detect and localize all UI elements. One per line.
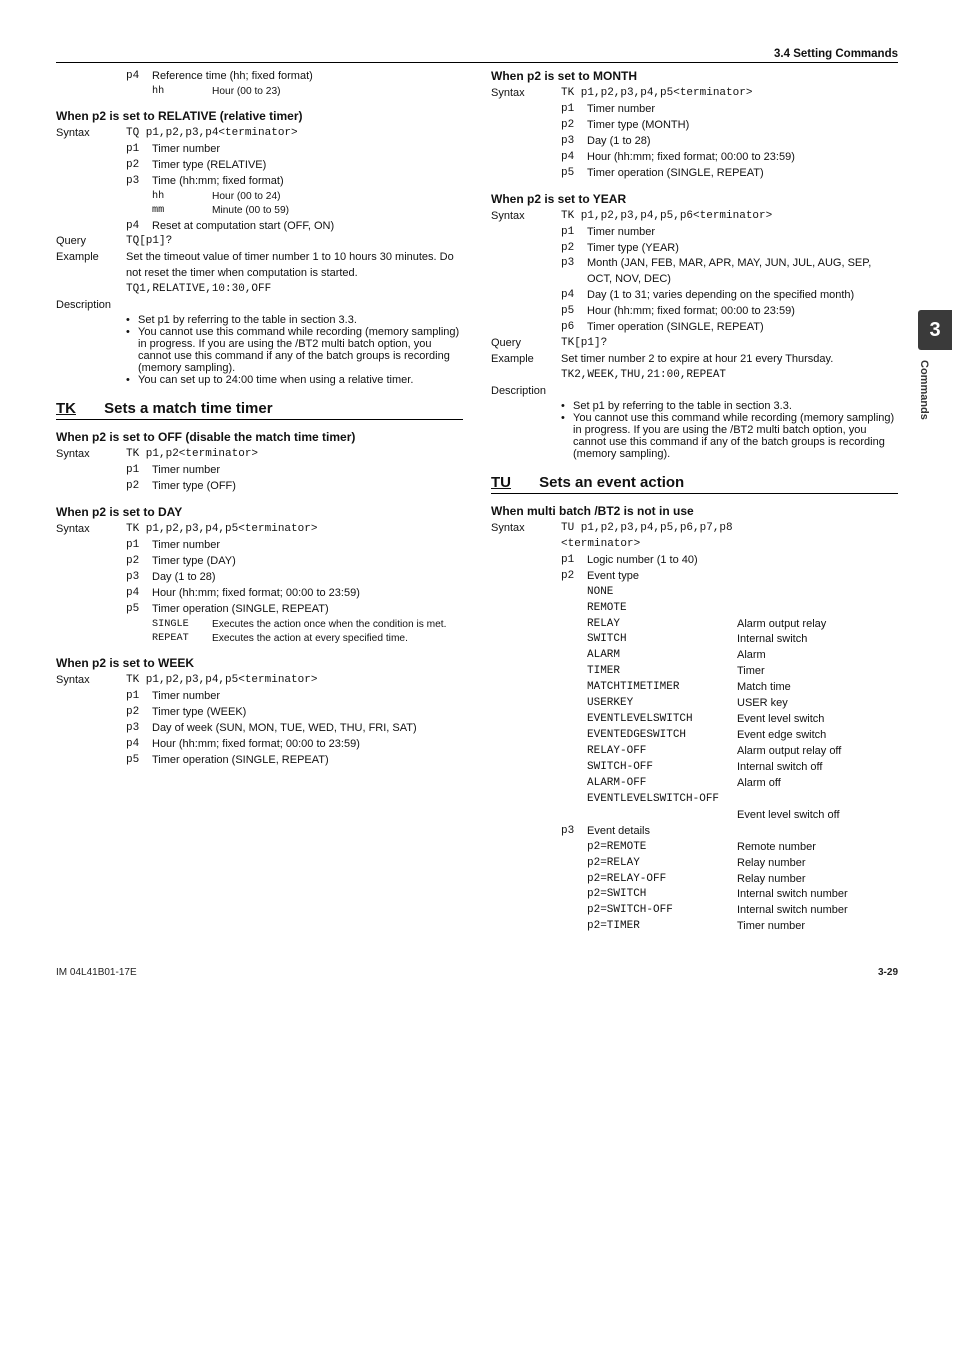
syntax-code: TQ p1,p2,p3,p4<terminator> — [126, 126, 463, 142]
param-row: p4 Reference time (hh; fixed format) — [56, 69, 463, 85]
sub-val: Hour (00 to 23) — [212, 85, 463, 99]
command-symbol: TK — [56, 400, 76, 417]
columns: p4 Reference time (hh; fixed format) hh … — [56, 69, 898, 935]
right-column: When p2 is set to MONTH SyntaxTK p1,p2,p… — [491, 69, 898, 935]
page-number: 3-29 — [878, 967, 898, 978]
side-tab: 3 Commands — [918, 310, 954, 420]
param-text: Reference time (hh; fixed format) — [152, 69, 463, 85]
command-title: Sets a match time timer — [104, 400, 272, 417]
command-heading: TU Sets an event action — [491, 474, 898, 494]
footer-left: IM 04L41B01-17E — [56, 967, 137, 978]
subheading: When p2 is set to RELATIVE (relative tim… — [56, 109, 463, 123]
command-heading: TK Sets a match time timer — [56, 400, 463, 420]
sub-row: hh Hour (00 to 23) — [152, 85, 463, 99]
command-title: Sets an event action — [539, 474, 684, 491]
param-key: p4 — [126, 69, 152, 85]
tab-label: Commands — [918, 360, 930, 420]
sub-key: hh — [152, 85, 212, 99]
section-header: 3.4 Setting Commands — [56, 48, 898, 60]
left-column: p4 Reference time (hh; fixed format) hh … — [56, 69, 463, 935]
tab-number: 3 — [918, 310, 952, 350]
event-details-table: p2=REMOTERemote number p2=RELAYRelay num… — [491, 840, 898, 936]
command-symbol: TU — [491, 474, 511, 491]
page: 3.4 Setting Commands 3 Commands p4 Refer… — [0, 0, 954, 1008]
label: Syntax — [56, 126, 126, 142]
header-rule — [56, 62, 898, 63]
footer: IM 04L41B01-17E 3-29 — [56, 967, 898, 978]
syntax-row: Syntax TQ p1,p2,p3,p4<terminator> — [56, 126, 463, 142]
event-type-table: NONE REMOTE RELAYAlarm output relay SWIT… — [491, 585, 898, 824]
